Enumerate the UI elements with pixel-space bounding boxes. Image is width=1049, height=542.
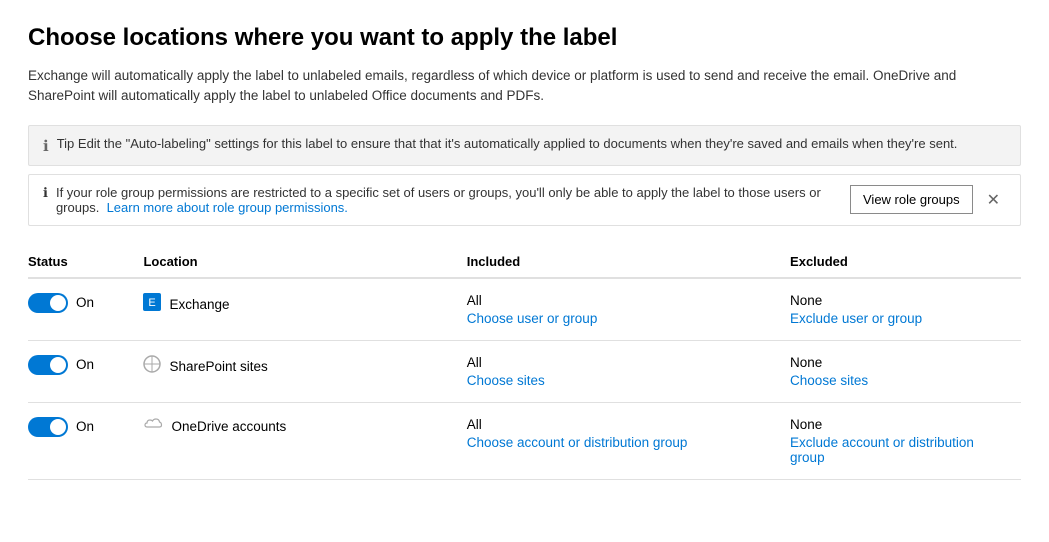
table-row: On SharePoint sites All Choose sites Non… [28,340,1021,402]
svg-text:E: E [149,297,156,309]
excluded-main-1: None [790,355,1009,370]
status-label-2: On [76,419,94,434]
included-link-0[interactable]: Choose user or group [467,311,778,326]
table-row: On E Exchange All Choose user or group N… [28,278,1021,341]
toggle-0[interactable] [28,293,68,313]
location-name-0: Exchange [169,297,229,312]
status-label-1: On [76,357,94,372]
included-main-2: All [467,417,778,432]
included-main-0: All [467,293,778,308]
locations-table: Status Location Included Excluded On E E… [28,246,1021,480]
close-role-notice-button[interactable]: ✕ [981,188,1006,212]
excluded-link-0[interactable]: Exclude user or group [790,311,1009,326]
location-cell-1: SharePoint sites [143,340,466,402]
excluded-main-2: None [790,417,1009,432]
included-cell-0: All Choose user or group [467,278,790,341]
page-title: Choose locations where you want to apply… [28,24,1021,52]
view-role-groups-button[interactable]: View role groups [850,185,973,214]
toggle-2[interactable] [28,417,68,437]
excluded-link-2[interactable]: Exclude account or distribution group [790,435,1009,465]
status-cell-2: On [28,402,143,479]
sharepoint-icon [143,355,161,378]
location-name-1: SharePoint sites [169,359,267,374]
col-header-excluded: Excluded [790,246,1021,278]
exchange-icon: E [143,293,161,316]
info-icon: ℹ [43,137,49,155]
included-cell-2: All Choose account or distribution group [467,402,790,479]
location-cell-2: OneDrive accounts [143,402,466,479]
excluded-main-0: None [790,293,1009,308]
table-row: On OneDrive accounts All Choose account … [28,402,1021,479]
status-cell-0: On [28,278,143,341]
page-description: Exchange will automatically apply the la… [28,66,1021,107]
location-cell-0: E Exchange [143,278,466,341]
status-cell-1: On [28,340,143,402]
col-header-included: Included [467,246,790,278]
included-cell-1: All Choose sites [467,340,790,402]
included-link-2[interactable]: Choose account or distribution group [467,435,778,450]
location-name-2: OneDrive accounts [171,419,286,434]
onedrive-icon [143,417,163,436]
role-notice-box: ℹ If your role group permissions are res… [28,174,1021,226]
info-icon-2: ℹ [43,185,48,201]
excluded-link-1[interactable]: Choose sites [790,373,1009,388]
role-notice-text: If your role group permissions are restr… [56,185,830,215]
col-header-location: Location [143,246,466,278]
role-notice-link[interactable]: Learn more about role group permissions. [107,200,348,215]
included-main-1: All [467,355,778,370]
tip-text: Tip Edit the "Auto-labeling" settings fo… [57,136,958,151]
excluded-cell-1: None Choose sites [790,340,1021,402]
toggle-1[interactable] [28,355,68,375]
col-header-status: Status [28,246,143,278]
included-link-1[interactable]: Choose sites [467,373,778,388]
excluded-cell-2: None Exclude account or distribution gro… [790,402,1021,479]
status-label-0: On [76,295,94,310]
tip-box: ℹ Tip Edit the "Auto-labeling" settings … [28,125,1021,166]
excluded-cell-0: None Exclude user or group [790,278,1021,341]
